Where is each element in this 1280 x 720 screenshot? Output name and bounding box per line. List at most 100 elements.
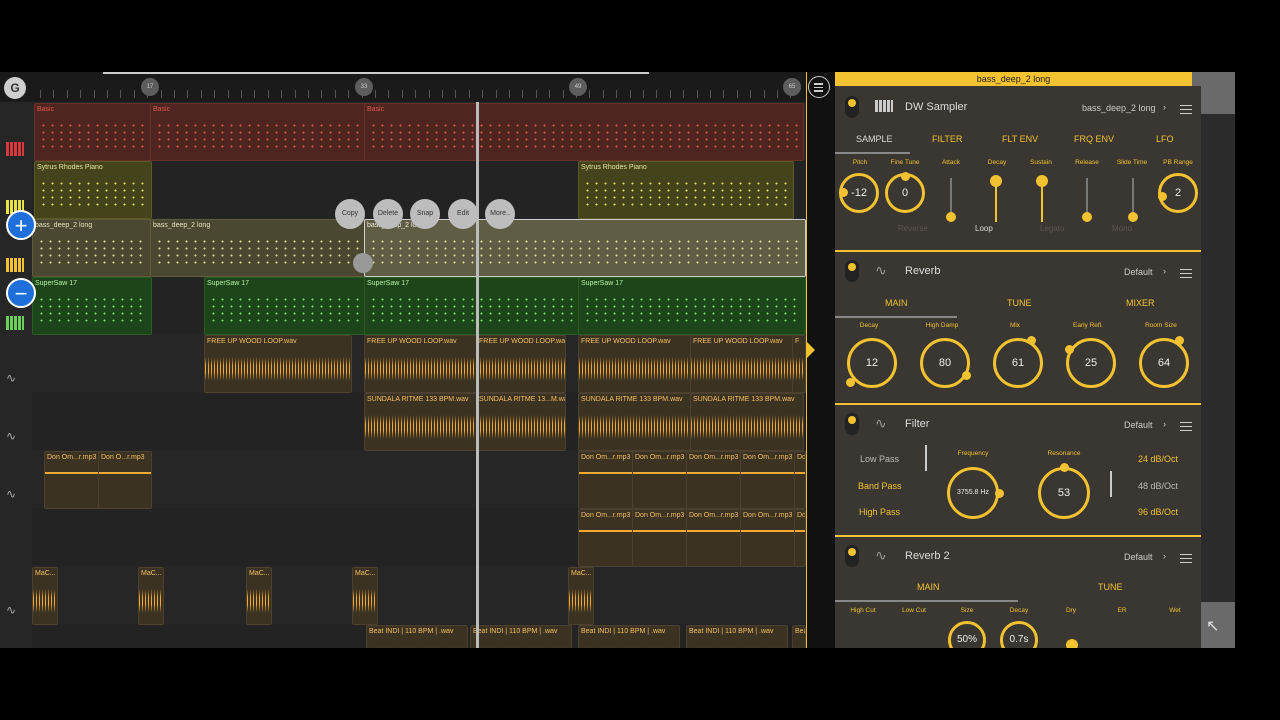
pattern-clip[interactable]: Basic xyxy=(364,103,804,161)
mono-toggle[interactable]: Mono xyxy=(1112,224,1132,233)
pattern-clip[interactable]: Basic xyxy=(34,103,152,161)
pattern-clip[interactable]: SuperSaw 17 xyxy=(32,277,152,335)
slope-48[interactable]: 48 dB/Oct xyxy=(1138,481,1178,491)
preset-selector[interactable]: bass_deep_2 long xyxy=(1082,103,1156,113)
tab-main[interactable]: MAIN xyxy=(917,582,940,592)
filter-highpass[interactable]: High Pass xyxy=(859,507,900,517)
sustain-handle[interactable] xyxy=(1036,175,1048,187)
snap-button[interactable]: Snap xyxy=(410,199,440,229)
chevron-right-icon[interactable]: › xyxy=(1163,551,1166,561)
pattern-clip[interactable]: Don O...r.mp3 xyxy=(98,451,152,509)
chevron-right-icon[interactable]: › xyxy=(1163,419,1166,429)
panel-divider-handle[interactable] xyxy=(806,72,836,648)
size-knob[interactable]: 50% xyxy=(948,621,986,648)
decay-handle[interactable] xyxy=(990,175,1002,187)
zoom-out-button[interactable]: − xyxy=(6,278,36,308)
pattern-clip[interactable]: MaC... xyxy=(568,567,594,625)
pattern-clip[interactable]: SuperSaw 17 xyxy=(204,277,366,335)
pattern-clip[interactable]: MaC... xyxy=(32,567,58,625)
waveform-icon[interactable]: ∿ xyxy=(6,488,22,500)
pattern-clip[interactable]: Beat INDI | 110 BPM | .wav xyxy=(366,625,468,648)
preset-selector[interactable]: Default xyxy=(1124,420,1153,430)
dry-handle[interactable] xyxy=(1066,639,1078,648)
chevron-right-icon[interactable]: › xyxy=(1163,102,1166,112)
playlist-arrangement[interactable]: G 17 33 49 65 ∿ ∿ ∿ ∿ Basic Basic Basic Syt… xyxy=(0,72,806,648)
tab-tune[interactable]: TUNE xyxy=(1007,298,1032,308)
reverse-toggle[interactable]: Reverse xyxy=(898,224,928,233)
resize-handle[interactable] xyxy=(353,253,373,273)
marker-33[interactable]: 33 xyxy=(355,78,373,96)
marker-65[interactable]: 65 xyxy=(783,78,801,96)
mix-knob[interactable]: 61 xyxy=(993,338,1043,388)
pattern-clip[interactable]: Don Om...r.mp3 xyxy=(686,451,742,509)
slope-24[interactable]: 24 dB/Oct xyxy=(1138,454,1178,464)
pattern-clip[interactable]: Don Om...r.mp3 xyxy=(578,451,634,509)
pattern-clip[interactable]: SuperSaw 17 xyxy=(578,277,806,335)
menu-icon[interactable] xyxy=(1180,419,1192,434)
expand-arrow-icon[interactable] xyxy=(807,342,815,358)
legato-toggle[interactable]: Legato xyxy=(1040,224,1064,233)
pattern-clip[interactable]: Don Om...r.mp3 xyxy=(578,509,634,567)
pattern-clip[interactable]: Beat INDI | 110 BPM | .wav xyxy=(686,625,788,648)
pattern-clip[interactable]: Don Om...r.mp3 xyxy=(686,509,742,567)
delete-button[interactable]: Delete xyxy=(373,199,403,229)
menu-icon[interactable] xyxy=(808,76,830,98)
tab-mixer[interactable]: MIXER xyxy=(1126,298,1155,308)
pattern-clip[interactable]: FREE UP WOOD LOOP.wav xyxy=(476,335,566,393)
attack-handle[interactable] xyxy=(946,212,956,222)
menu-icon[interactable] xyxy=(1180,102,1192,117)
pattern-clip[interactable]: Don O...r.mp3 xyxy=(794,451,806,509)
pattern-clip[interactable]: bass_deep_2 long xyxy=(32,219,152,277)
pattern-clip[interactable]: FREE UP WOOD LOOP.wav xyxy=(364,335,478,393)
slidetime-handle[interactable] xyxy=(1128,212,1138,222)
piano-icon[interactable] xyxy=(6,142,24,156)
tab-main[interactable]: MAIN xyxy=(885,298,908,308)
preset-selector[interactable]: Default xyxy=(1124,267,1153,277)
pattern-clip[interactable]: FREE UP WOOD LOOP.wav xyxy=(690,335,804,393)
pattern-clip[interactable]: SUNDALA RITME 133 BPM.wav xyxy=(578,393,692,451)
resonance-knob[interactable]: 53 xyxy=(1038,467,1090,519)
pattern-clip[interactable]: Beat INDI | 110 BPM | .wav xyxy=(470,625,572,648)
filter-bandpass[interactable]: Band Pass xyxy=(858,481,902,491)
decay-knob[interactable]: 0.7s xyxy=(1000,621,1038,648)
marker-17[interactable]: 17 xyxy=(141,78,159,96)
frequency-knob[interactable]: 3755.8 Hz xyxy=(947,467,999,519)
pattern-clip[interactable]: Sytrus Rhodes Piano xyxy=(34,161,152,219)
tab-tune[interactable]: TUNE xyxy=(1098,582,1123,592)
tab-lfo[interactable]: LFO xyxy=(1156,134,1174,144)
tab-sample[interactable]: SAMPLE xyxy=(856,134,893,144)
pattern-clip[interactable]: MaC... xyxy=(352,567,378,625)
pattern-clip[interactable]: SuperSaw 17 xyxy=(364,277,580,335)
pattern-clip[interactable]: Beat INDI | 110 BPM | .wav xyxy=(792,625,806,648)
pattern-clip[interactable]: F xyxy=(792,335,806,393)
piano-icon[interactable] xyxy=(6,258,24,272)
earlyrefl-knob[interactable]: 25 xyxy=(1066,338,1116,388)
release-handle[interactable] xyxy=(1082,212,1092,222)
pattern-clip[interactable]: Don Om...r.mp3 xyxy=(632,451,688,509)
power-toggle[interactable] xyxy=(845,413,859,435)
zoom-in-button[interactable]: + xyxy=(6,210,36,240)
power-toggle[interactable] xyxy=(845,96,859,118)
edit-button[interactable]: Edit xyxy=(448,199,478,229)
pattern-clip[interactable]: SUNDALA RITME 13...M.wav xyxy=(476,393,566,451)
waveform-icon[interactable]: ∿ xyxy=(6,372,22,384)
timeline-ruler[interactable]: G 17 33 49 65 xyxy=(0,72,806,102)
pattern-clip[interactable]: Basic xyxy=(150,103,366,161)
menu-icon[interactable] xyxy=(1180,266,1192,281)
pattern-clip[interactable]: Don Om...r.mp3 xyxy=(632,509,688,567)
chevron-right-icon[interactable]: › xyxy=(1163,266,1166,276)
waveform-icon[interactable]: ∿ xyxy=(6,604,22,616)
power-toggle[interactable] xyxy=(845,545,859,567)
playhead[interactable] xyxy=(476,102,479,648)
pattern-clip[interactable]: Don Om...r.mp3 xyxy=(740,451,796,509)
tab-flt-env[interactable]: FLT ENV xyxy=(1002,134,1038,144)
highdamp-knob[interactable]: 80 xyxy=(920,338,970,388)
pattern-clip[interactable]: bass_deep_2 long xyxy=(150,219,366,277)
loop-toggle[interactable]: Loop xyxy=(975,224,993,233)
copy-button[interactable]: Copy xyxy=(335,199,365,229)
more-button[interactable]: More.. xyxy=(485,199,515,229)
marker-49[interactable]: 49 xyxy=(569,78,587,96)
pattern-clip[interactable]: Sytrus Rhodes Piano xyxy=(578,161,794,219)
filter-lowpass[interactable]: Low Pass xyxy=(860,454,899,464)
pattern-clip[interactable]: SUNDALA RITME 133 BPM.wav xyxy=(364,393,478,451)
